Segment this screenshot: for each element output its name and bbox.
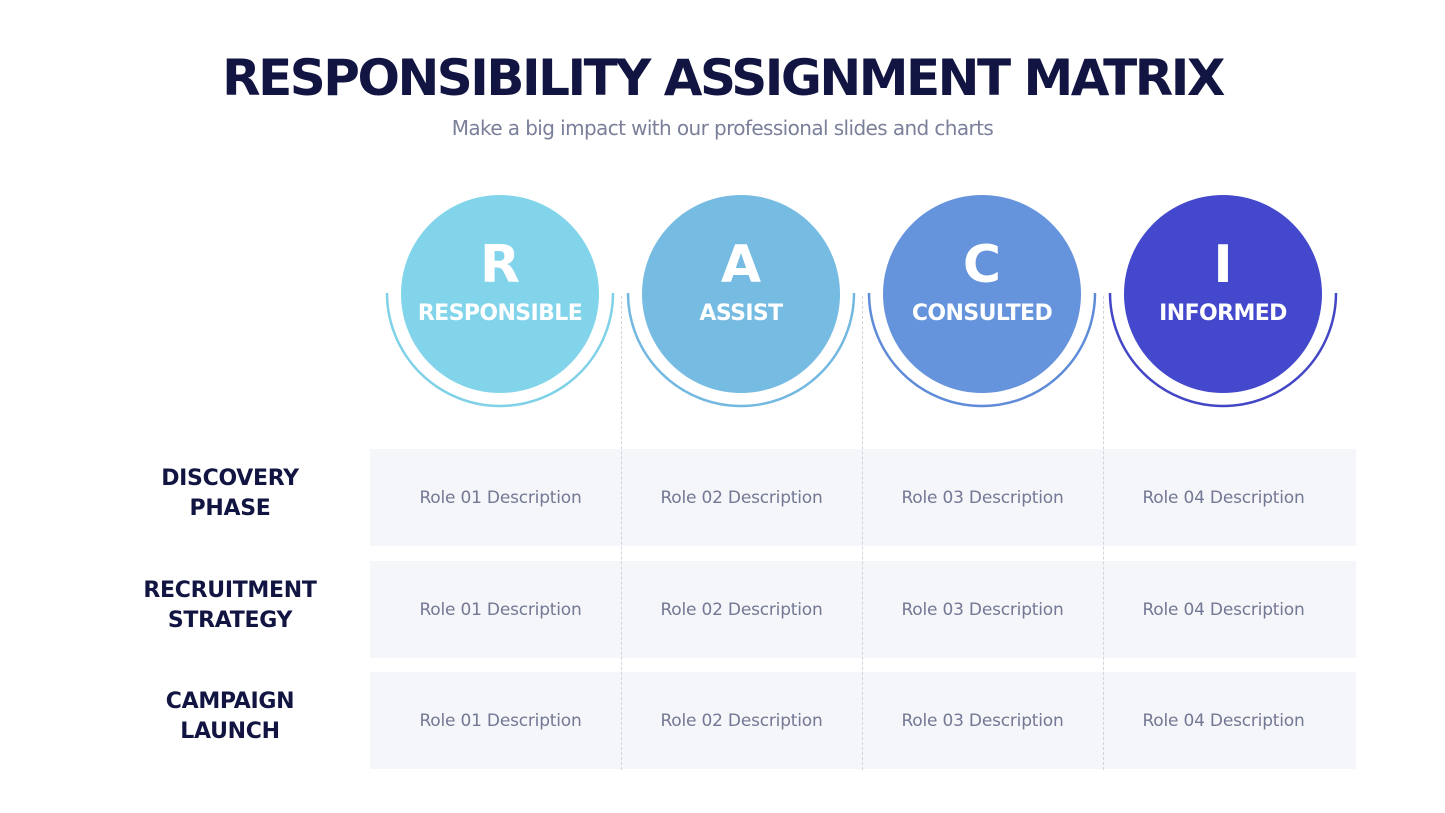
matrix-cell: Role 02 Description — [660, 710, 823, 731]
column-header-assist: A ASSIST — [621, 185, 862, 425]
page-title: RESPONSIBILITY ASSIGNMENT MATRIX — [222, 49, 1225, 107]
matrix-row-campaign: Role 01 Description Role 02 Description … — [370, 672, 1356, 769]
row-label-line: STRATEGY — [167, 608, 293, 633]
row-label-recruitment: RECRUITMENT STRATEGY — [100, 576, 360, 636]
matrix-cell: Role 02 Description — [660, 487, 823, 508]
matrix-cell: Role 03 Description — [901, 599, 1064, 620]
role-circle: R RESPONSIBLE — [401, 195, 599, 393]
matrix-row-recruitment: Role 01 Description Role 02 Description … — [370, 561, 1356, 658]
row-label-line: LAUNCH — [180, 719, 280, 744]
row-label-line: PHASE — [189, 496, 271, 521]
row-label-campaign: CAMPAIGN LAUNCH — [100, 687, 360, 747]
role-label: CONSULTED — [911, 301, 1053, 326]
matrix-cell: Role 01 Description — [419, 599, 582, 620]
row-label-line: RECRUITMENT — [143, 578, 317, 603]
matrix-row-discovery: Role 01 Description Role 02 Description … — [370, 449, 1356, 546]
matrix-cell: Role 04 Description — [1142, 599, 1305, 620]
column-header-consulted: C CONSULTED — [862, 185, 1103, 425]
matrix-cell: Role 04 Description — [1142, 487, 1305, 508]
role-letter: I — [1213, 235, 1233, 295]
role-circle: C CONSULTED — [883, 195, 1081, 393]
matrix-cell: Role 03 Description — [901, 487, 1064, 508]
matrix-cell: Role 03 Description — [901, 710, 1064, 731]
row-label-line: CAMPAIGN — [165, 689, 295, 714]
role-label: INFORMED — [1159, 301, 1287, 326]
role-letter: A — [720, 235, 762, 295]
row-label-line: DISCOVERY — [161, 466, 299, 491]
role-label: ASSIST — [699, 301, 783, 326]
role-circle: I INFORMED — [1124, 195, 1322, 393]
matrix-cell: Role 01 Description — [419, 710, 582, 731]
matrix-cell: Role 01 Description — [419, 487, 582, 508]
matrix-cell: Role 02 Description — [660, 599, 823, 620]
column-header-responsible: R RESPONSIBLE — [380, 185, 621, 425]
row-label-discovery: DISCOVERY PHASE — [100, 464, 360, 524]
page-subtitle: Make a big impact with our professional … — [451, 116, 994, 140]
role-letter: C — [962, 235, 1002, 295]
role-circle: A ASSIST — [642, 195, 840, 393]
role-label: RESPONSIBLE — [417, 301, 583, 326]
role-letter: R — [479, 235, 521, 295]
matrix-cell: Role 04 Description — [1142, 710, 1305, 731]
column-header-informed: I INFORMED — [1103, 185, 1344, 425]
